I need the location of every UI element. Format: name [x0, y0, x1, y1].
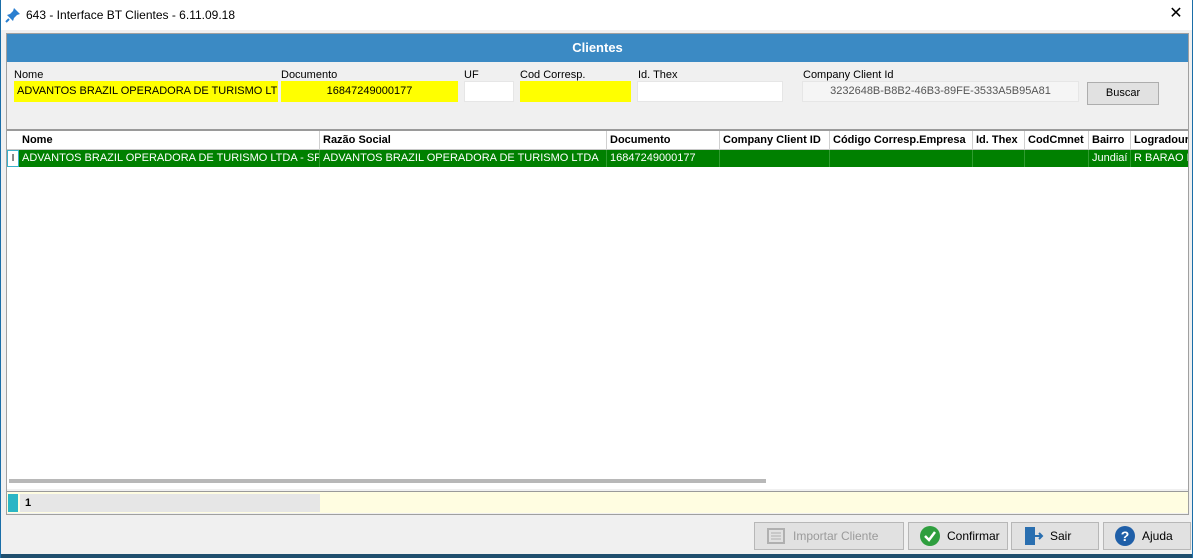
col-documento[interactable]: Documento: [607, 131, 720, 150]
clientes-panel: Clientes Nome ADVANTOS BRAZIL OPERADORA …: [6, 33, 1189, 515]
documento-input[interactable]: 16847249000177: [281, 81, 458, 102]
row-indicator[interactable]: I: [7, 150, 19, 167]
sair-button[interactable]: Sair: [1011, 522, 1099, 550]
cell-id-thex: [973, 150, 1025, 167]
close-icon[interactable]: ✕: [1168, 6, 1184, 22]
confirmar-button[interactable]: Confirmar: [908, 522, 1008, 550]
table-row[interactable]: ADVANTOS BRAZIL OPERADORA DE TURISMO LTD…: [19, 150, 1188, 167]
check-icon: [920, 526, 940, 546]
cod-corresp-label: Cod Corresp.: [520, 69, 586, 81]
buscar-button[interactable]: Buscar: [1087, 82, 1159, 105]
cell-razao-social: ADVANTOS BRAZIL OPERADORA DE TURISMO LTD…: [320, 150, 607, 167]
cell-codigo-corresp: [830, 150, 973, 167]
window-title: 643 - Interface BT Clientes - 6.11.09.18: [26, 8, 236, 22]
ajuda-label: Ajuda: [1142, 529, 1173, 543]
cell-nome: ADVANTOS BRAZIL OPERADORA DE TURISMO LTD…: [19, 150, 320, 167]
col-logradouro[interactable]: Logradouro: [1131, 131, 1188, 150]
clientes-grid: Nome Razão Social Documento Company Clie…: [7, 129, 1188, 489]
pin-icon: [5, 8, 20, 23]
documento-label: Documento: [281, 69, 338, 81]
col-company-client-id[interactable]: Company Client ID: [720, 131, 830, 150]
col-nome[interactable]: Nome: [19, 131, 320, 150]
id-thex-input[interactable]: [637, 81, 783, 102]
cell-documento: 16847249000177: [607, 150, 720, 167]
importar-cliente-button[interactable]: Importar Cliente: [754, 522, 904, 550]
cell-company-client-id: [720, 150, 830, 167]
cod-corresp-input[interactable]: [520, 81, 631, 102]
title-bar: 643 - Interface BT Clientes - 6.11.09.18…: [1, 0, 1192, 30]
col-razao-social[interactable]: Razão Social: [320, 131, 607, 150]
col-bairro[interactable]: Bairro: [1089, 131, 1131, 150]
action-bar: Importar Cliente Confirmar Sair ? Ajuda: [1, 520, 1192, 554]
footer-indicator: [8, 494, 18, 512]
uf-label: UF: [464, 69, 479, 81]
sair-label: Sair: [1050, 529, 1072, 543]
grid-header: Nome Razão Social Documento Company Clie…: [7, 131, 1188, 150]
ajuda-button[interactable]: ? Ajuda: [1103, 522, 1191, 550]
svg-text:?: ?: [1121, 528, 1130, 544]
grid-footer: 1: [7, 491, 1188, 513]
app-window: 643 - Interface BT Clientes - 6.11.09.18…: [0, 0, 1193, 558]
cell-logradouro: R BARAO D: [1134, 152, 1188, 164]
import-icon: [767, 528, 785, 544]
company-client-id-label: Company Client Id: [803, 69, 894, 81]
horizontal-scrollbar[interactable]: [9, 479, 766, 483]
col-id-thex[interactable]: Id. Thex: [973, 131, 1025, 150]
confirmar-label: Confirmar: [947, 529, 1000, 543]
exit-icon: [1025, 527, 1044, 545]
nome-input[interactable]: ADVANTOS BRAZIL OPERADORA DE TURISMO LTD…: [14, 81, 278, 102]
nome-label: Nome: [14, 69, 44, 81]
col-codcmnet[interactable]: CodCmnet: [1025, 131, 1089, 150]
help-icon: ?: [1115, 526, 1135, 546]
panel-header: Clientes: [7, 34, 1188, 62]
record-count: 1: [20, 494, 320, 512]
id-thex-label: Id. Thex: [638, 69, 678, 81]
importar-cliente-label: Importar Cliente: [793, 529, 879, 543]
bottom-edge: [1, 554, 1192, 558]
cell-bairro: Jundiaí: [1089, 150, 1131, 167]
uf-input[interactable]: [464, 81, 514, 102]
cell-codcmnet: [1025, 150, 1089, 167]
company-client-id-input[interactable]: 3232648B-B8B2-46B3-89FE-3533A5B95A81: [802, 81, 1079, 102]
col-codigo-corresp-empresa[interactable]: Código Corresp.Empresa: [830, 131, 973, 150]
